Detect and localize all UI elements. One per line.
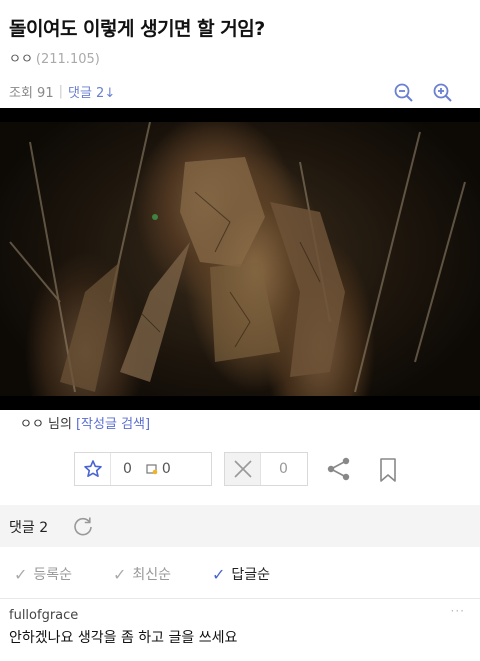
sort-label: 답글순 — [231, 567, 271, 583]
more-options-icon[interactable]: ··· — [451, 604, 465, 618]
recommend-box: 0 0 — [74, 452, 212, 486]
check-icon: ✓ — [113, 564, 127, 584]
meta-divider: | — [58, 84, 63, 99]
sort-by-latest[interactable]: ✓ 최신순 — [113, 564, 171, 584]
nonrecommend-box: 0 — [224, 452, 308, 486]
author-search-link[interactable]: [작성글 검색] — [76, 413, 150, 432]
view-count: 조회 91 — [9, 86, 54, 101]
sort-by-registration[interactable]: ✓ 등록순 — [14, 564, 72, 584]
zoom-in-icon[interactable] — [432, 82, 454, 104]
fix-icon[interactable] — [146, 463, 158, 475]
post-title: 돌이여도 이렇게 생기면 할 거임? — [9, 18, 265, 40]
comment-count-link[interactable]: 댓글 2↓ — [68, 82, 115, 101]
fix-recommend-count: 0 — [161, 461, 171, 477]
author-search-name: ㅇㅇ 님의 — [20, 417, 72, 432]
nonrecommend-button[interactable] — [225, 453, 261, 485]
recommend-button[interactable] — [75, 453, 111, 485]
zoom-out-icon[interactable] — [393, 82, 415, 104]
bookmark-icon[interactable] — [377, 457, 399, 483]
post-image[interactable] — [0, 108, 480, 410]
author-search: ㅇㅇ 님의 [작성글 검색] — [20, 413, 150, 432]
check-icon: ✓ — [212, 564, 226, 584]
sort-by-replies[interactable]: ✓ 답글순 — [212, 564, 270, 584]
check-icon: ✓ — [14, 564, 28, 584]
author-ip: (211.105) — [35, 52, 100, 67]
comment-item: fullofgrace 안하겠나요 생각을 좀 하고 글을 쓰세요 ··· — [9, 604, 471, 647]
nonrecommend-count: 0 — [279, 461, 288, 477]
post-meta: 조회 91 | 댓글 2↓ — [9, 82, 115, 101]
stone-creature-illustration — [9, 121, 466, 393]
recommend-count: 0 — [123, 461, 132, 477]
close-icon — [233, 460, 252, 478]
sort-label: 등록순 — [33, 567, 73, 583]
star-icon — [83, 460, 102, 477]
comment-author[interactable]: fullofgrace — [9, 608, 471, 623]
share-icon[interactable] — [326, 456, 352, 482]
author-info: ㅇㅇ (211.105) — [9, 48, 100, 67]
refresh-icon[interactable] — [72, 515, 94, 537]
sort-label: 최신순 — [132, 567, 172, 583]
movie-still — [0, 121, 480, 396]
author-name[interactable]: ㅇㅇ — [9, 48, 33, 67]
comment-body: 안하겠나요 생각을 좀 하고 글을 쓰세요 — [9, 630, 238, 646]
comment-sort-options: ✓ 등록순 ✓ 최신순 ✓ 답글순 — [0, 547, 480, 599]
comment-count: 댓글 2 — [9, 520, 49, 536]
comment-header: 댓글 2 — [0, 505, 480, 547]
